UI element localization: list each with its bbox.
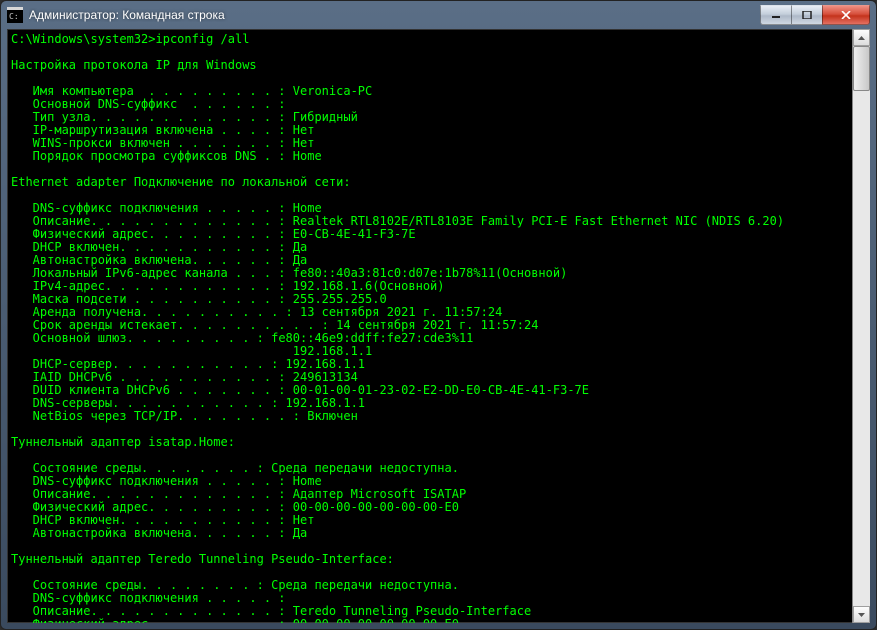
kv-label: DHCP включен. . . . . . . . . . . : <box>11 513 286 527</box>
chevron-up-icon <box>858 36 865 40</box>
kv-value: 192.168.1.1 <box>293 344 372 358</box>
kv-value: 249613134 <box>293 370 358 384</box>
scroll-up-button[interactable] <box>853 29 870 46</box>
kv-value: Гибридный <box>293 110 358 124</box>
scroll-down-button[interactable] <box>853 606 870 623</box>
kv-label: Описание. . . . . . . . . . . . . : <box>11 214 286 228</box>
minimize-icon <box>771 11 781 19</box>
kv-label: DHCP включен. . . . . . . . . . . : <box>11 240 286 254</box>
maximize-button[interactable] <box>791 5 823 25</box>
kv-label: Порядок просмотра суффиксов DNS . : <box>11 149 286 163</box>
chevron-down-icon <box>858 613 865 617</box>
terminal-output[interactable]: C:\Windows\system32>ipconfig /all Настро… <box>7 29 852 623</box>
kv-value: 00-01-00-01-23-02-E2-DD-E0-CB-4E-41-F3-7… <box>293 383 589 397</box>
command-prompt-window: C: Администратор: Командная строка C:\Wi… <box>0 0 877 630</box>
kv-value: E0-CB-4E-41-F3-7E <box>293 227 416 241</box>
kv-label: WINS-прокси включен . . . . . . . : <box>11 136 286 150</box>
kv-label: Аренда получена. . . . . . . . . . : <box>11 305 293 319</box>
kv-label: IAID DHCPv6 . . . . . . . . . . . : <box>11 370 286 384</box>
kv-value: Home <box>293 474 322 488</box>
prompt: C:\Windows\system32> <box>11 32 156 46</box>
window-title: Администратор: Командная строка <box>29 8 761 22</box>
window-controls <box>761 5 870 25</box>
vertical-scrollbar[interactable] <box>852 29 870 623</box>
command: ipconfig /all <box>156 32 250 46</box>
kv-label: Описание. . . . . . . . . . . . . : <box>11 487 286 501</box>
kv-value: 00-00-00-00-00-00-00-E0 <box>293 500 459 514</box>
kv-value: 192.168.1.1 <box>286 357 365 371</box>
kv-label: Основной шлюз. . . . . . . . . : <box>11 331 264 345</box>
kv-label: Тип узла. . . . . . . . . . . . . : <box>11 110 286 124</box>
kv-value: Home <box>293 149 322 163</box>
kv-label: DNS-серверы. . . . . . . . . . . : <box>11 396 278 410</box>
kv-value: 192.168.1.6(Основной) <box>293 279 445 293</box>
kv-label: IPv4-адрес. . . . . . . . . . . . : <box>11 279 286 293</box>
kv-value: fe80::46e9:ddff:fe27:cde3%11 <box>271 331 473 345</box>
kv-value: Да <box>293 526 307 540</box>
scroll-track[interactable] <box>853 46 870 606</box>
kv-label: DHCP-сервер. . . . . . . . . . . : <box>11 357 278 371</box>
cmd-icon: C: <box>7 7 23 23</box>
scroll-thumb[interactable] <box>853 46 870 91</box>
kv-value: Home <box>293 201 322 215</box>
kv-label: Автонастройка включена. . . . . . : <box>11 526 286 540</box>
kv-label: Состояние среды. . . . . . . . : <box>11 461 264 475</box>
kv-value: 192.168.1.1 <box>286 396 365 410</box>
kv-label: DNS-суффикс подключения . . . . . : <box>11 591 286 605</box>
close-button[interactable] <box>822 5 870 25</box>
kv-value: 13 сентября 2021 г. 11:57:24 <box>300 305 502 319</box>
kv-label: Физический адрес. . . . . . . . . : <box>11 227 286 241</box>
kv-value: Включен <box>307 409 358 423</box>
adapter-title: Туннельный адаптер isatap.Home: <box>11 435 235 449</box>
kv-label: DNS-суффикс подключения . . . . . : <box>11 474 286 488</box>
close-icon <box>841 11 851 19</box>
kv-value: Да <box>293 240 307 254</box>
section-heading: Настройка протокола IP для Windows <box>11 58 257 72</box>
kv-value: 255.255.255.0 <box>293 292 387 306</box>
kv-value: fe80::40a3:81c0:d07e:1b78%11(Основной) <box>293 266 568 280</box>
kv-label: Описание. . . . . . . . . . . . . : <box>11 604 286 618</box>
titlebar[interactable]: C: Администратор: Командная строка <box>1 1 876 29</box>
kv-label: DUID клиента DHCPv6 . . . . . . . : <box>11 383 286 397</box>
kv-label: Основной DNS-суффикс . . . . . . : <box>11 97 286 111</box>
kv-label: Физический адрес. . . . . . . . . : <box>11 500 286 514</box>
kv-label: Маска подсети . . . . . . . . . . : <box>11 292 286 306</box>
kv-pad <box>11 344 293 358</box>
kv-value: Да <box>293 253 307 267</box>
kv-label: Физический адрес. . . . . . . . . : <box>11 617 286 623</box>
kv-value: Среда передачи недоступна. <box>271 578 459 592</box>
kv-label: Состояние среды. . . . . . . . : <box>11 578 264 592</box>
kv-value: Teredo Tunneling Pseudo-Interface <box>293 604 531 618</box>
kv-label: Локальный IPv6-адрес канала . . . : <box>11 266 286 280</box>
kv-value: Veronica-PC <box>293 84 372 98</box>
kv-value: Нет <box>293 123 315 137</box>
kv-value: Realtek RTL8102E/RTL8103E Family PCI-E F… <box>293 214 784 228</box>
kv-label: IP-маршрутизация включена . . . . : <box>11 123 286 137</box>
adapter-title: Туннельный адаптер Teredo Tunneling Pseu… <box>11 552 394 566</box>
kv-value: 00-00-00-00-00-00-00-E0 <box>293 617 459 623</box>
kv-label: Имя компьютера . . . . . . . . . : <box>11 84 286 98</box>
kv-value: 14 сентября 2021 г. 11:57:24 <box>336 318 538 332</box>
kv-value: Нет <box>293 513 315 527</box>
kv-value: Среда передачи недоступна. <box>271 461 459 475</box>
client-area: C:\Windows\system32>ipconfig /all Настро… <box>7 29 870 623</box>
kv-label: Автонастройка включена. . . . . . : <box>11 253 286 267</box>
kv-label: DNS-суффикс подключения . . . . . : <box>11 201 286 215</box>
maximize-icon <box>802 11 812 19</box>
minimize-button[interactable] <box>760 5 792 25</box>
kv-label: Срок аренды истекает. . . . . . . . . . … <box>11 318 329 332</box>
svg-text:C:: C: <box>9 12 19 21</box>
kv-label: NetBios через TCP/IP. . . . . . . . : <box>11 409 300 423</box>
kv-value: Нет <box>293 136 315 150</box>
kv-value: Адаптер Microsoft ISATAP <box>293 487 466 501</box>
adapter-title: Ethernet adapter Подключение по локально… <box>11 175 351 189</box>
